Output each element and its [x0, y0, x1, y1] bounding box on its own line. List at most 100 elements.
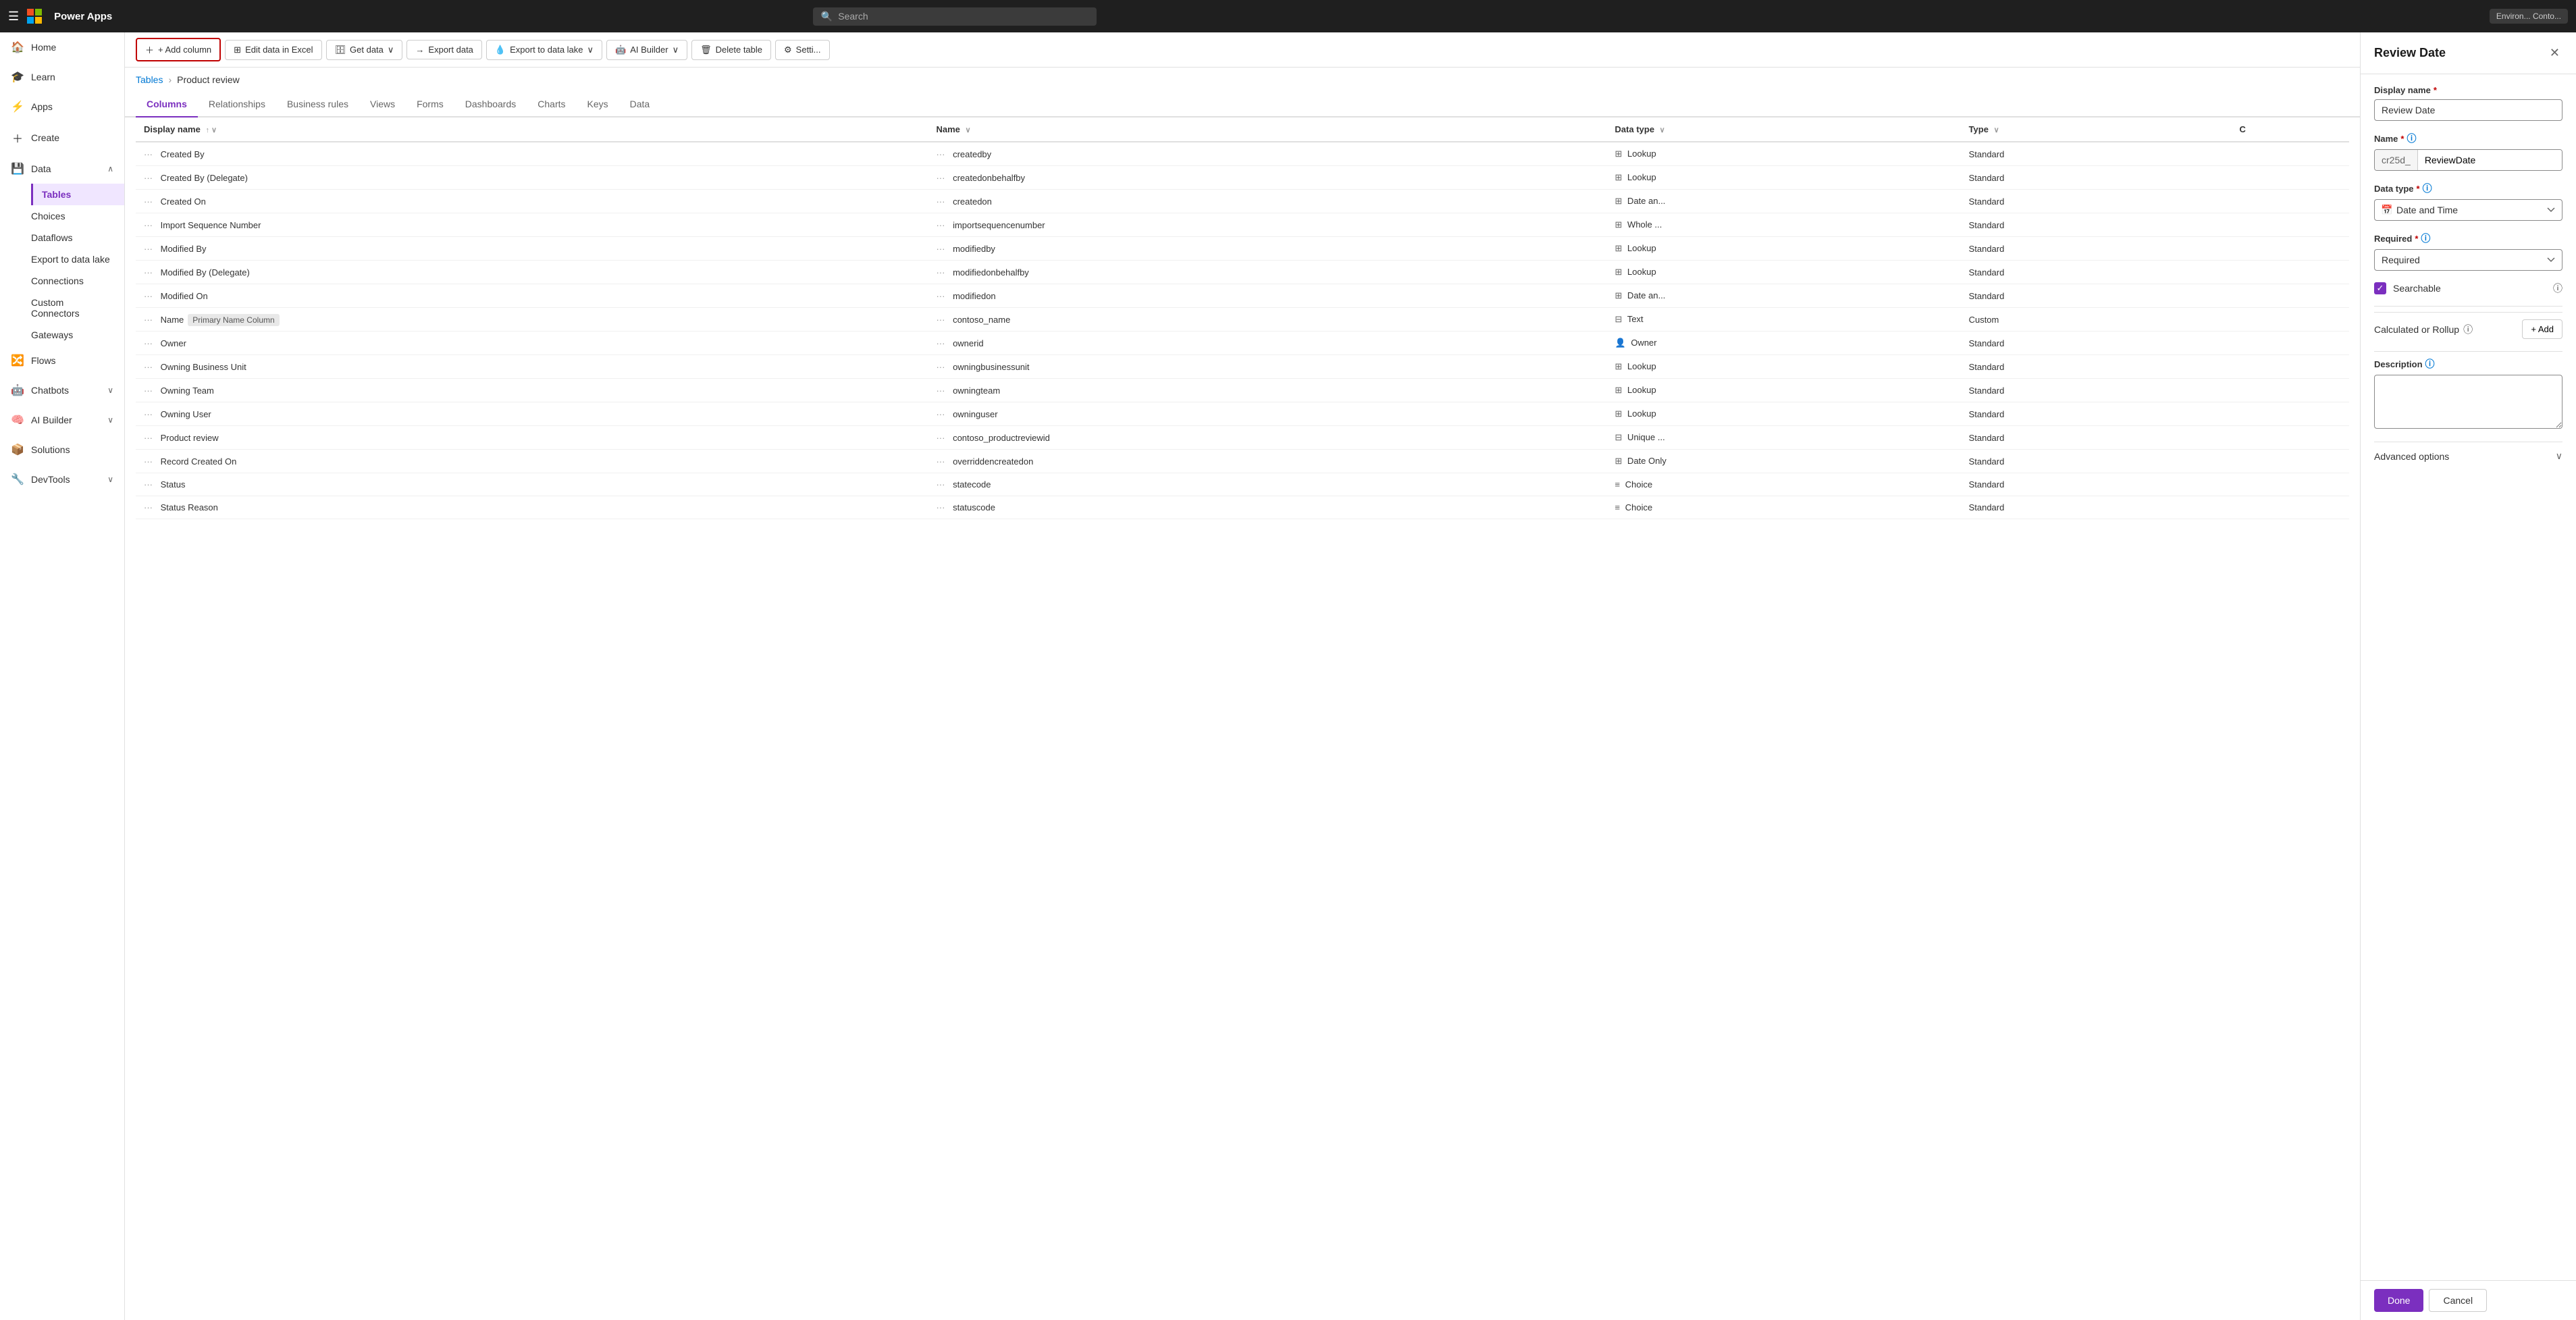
- dots-menu[interactable]: ···: [144, 173, 153, 183]
- dots-menu[interactable]: ···: [144, 433, 153, 443]
- dots-menu[interactable]: ···: [936, 386, 945, 396]
- th-data-type[interactable]: Data type ∨: [1607, 117, 1961, 142]
- dots-menu[interactable]: ···: [936, 362, 945, 372]
- tab-relationships[interactable]: Relationships: [198, 92, 276, 117]
- cell-data-type: ⊞ Lookup: [1607, 237, 1961, 261]
- th-type[interactable]: Type ∨: [1961, 117, 2232, 142]
- sidebar-item-gateways[interactable]: Gateways: [31, 324, 124, 346]
- table-row: ··· Created By ··· createdby ⊞ Lookup St…: [136, 142, 2349, 166]
- data-type-select[interactable]: Date and Time Date Only Text Lookup Whol…: [2374, 199, 2562, 221]
- dots-menu[interactable]: ···: [936, 196, 945, 207]
- dots-menu[interactable]: ···: [936, 409, 945, 419]
- th-name[interactable]: Name ∨: [928, 117, 1606, 142]
- dots-menu[interactable]: ···: [936, 502, 945, 512]
- description-info-icon[interactable]: ⓘ: [2425, 357, 2435, 371]
- required-info-icon[interactable]: ⓘ: [2421, 232, 2430, 245]
- dots-menu[interactable]: ···: [936, 315, 945, 325]
- tab-columns[interactable]: Columns: [136, 92, 198, 117]
- done-button[interactable]: Done: [2374, 1289, 2423, 1312]
- dots-menu[interactable]: ···: [144, 244, 153, 254]
- dots-menu[interactable]: ···: [936, 220, 945, 230]
- dots-menu[interactable]: ···: [144, 456, 153, 467]
- tab-keys[interactable]: Keys: [577, 92, 619, 117]
- dots-menu[interactable]: ···: [144, 196, 153, 207]
- delete-table-button[interactable]: 🗑 Delete table: [691, 40, 771, 60]
- add-column-button[interactable]: ＋ + Add column: [136, 38, 221, 61]
- sidebar-item-devtools[interactable]: 🔧 DevTools ∨: [0, 465, 124, 494]
- dots-menu[interactable]: ···: [144, 315, 153, 325]
- export-data-button[interactable]: → Export data: [406, 40, 482, 59]
- edit-data-excel-button[interactable]: ⊞ Edit data in Excel: [225, 40, 321, 60]
- dots-menu[interactable]: ···: [936, 244, 945, 254]
- dots-menu[interactable]: ···: [144, 220, 153, 230]
- tab-business-rules[interactable]: Business rules: [276, 92, 359, 117]
- cell-data-type: ⊟ Unique ...: [1607, 426, 1961, 450]
- tab-views[interactable]: Views: [359, 92, 406, 117]
- sidebar-item-apps[interactable]: ⚡ Apps: [0, 92, 124, 122]
- display-name-input[interactable]: [2374, 99, 2562, 121]
- dots-menu[interactable]: ···: [144, 291, 153, 301]
- th-display-name[interactable]: Display name ↑ ∨: [136, 117, 928, 142]
- searchable-group: ✓ Searchable ⓘ: [2374, 282, 2562, 295]
- sidebar-item-learn[interactable]: 🎓 Learn: [0, 62, 124, 92]
- required-select[interactable]: Required Optional: [2374, 249, 2562, 271]
- sidebar-item-flows[interactable]: 🔀 Flows: [0, 346, 124, 375]
- cell-c: [2232, 355, 2349, 379]
- dots-menu[interactable]: ···: [144, 267, 153, 278]
- tab-charts[interactable]: Charts: [527, 92, 576, 117]
- ai-builder-button[interactable]: 🤖 AI Builder ∨: [606, 40, 687, 60]
- dots-menu[interactable]: ···: [936, 338, 945, 348]
- sidebar-item-tables[interactable]: Tables: [31, 184, 124, 205]
- dots-menu[interactable]: ···: [936, 479, 945, 490]
- dots-menu[interactable]: ···: [144, 386, 153, 396]
- display-name-group: Display name *: [2374, 85, 2562, 121]
- settings-button[interactable]: ⚙ Setti...: [775, 40, 830, 60]
- data-type-info-icon[interactable]: ⓘ: [2423, 182, 2432, 195]
- calc-info-icon[interactable]: ⓘ: [2463, 323, 2473, 336]
- tab-forms[interactable]: Forms: [406, 92, 454, 117]
- advanced-options-row[interactable]: Advanced options ∨: [2374, 442, 2562, 470]
- cancel-button[interactable]: Cancel: [2429, 1289, 2487, 1312]
- dots-menu[interactable]: ···: [144, 409, 153, 419]
- sidebar-item-solutions[interactable]: 📦 Solutions: [0, 435, 124, 465]
- sidebar-item-export-data-lake[interactable]: Export to data lake: [31, 248, 124, 270]
- dots-menu[interactable]: ···: [936, 433, 945, 443]
- searchable-checkbox[interactable]: ✓: [2374, 282, 2386, 294]
- dots-menu[interactable]: ···: [936, 291, 945, 301]
- dots-menu[interactable]: ···: [144, 338, 153, 348]
- chevron-down-icon: ∨: [107, 386, 113, 395]
- dots-menu[interactable]: ···: [144, 362, 153, 372]
- add-calc-button[interactable]: + Add: [2522, 319, 2562, 339]
- sidebar-item-ai-builder[interactable]: 🧠 AI Builder ∨: [0, 405, 124, 435]
- dots-menu[interactable]: ···: [144, 502, 153, 512]
- export-to-data-lake-button[interactable]: 💧 Export to data lake ∨: [486, 40, 602, 60]
- dots-menu[interactable]: ···: [144, 149, 153, 159]
- sidebar-item-chatbots[interactable]: 🤖 Chatbots ∨: [0, 375, 124, 405]
- breadcrumb-parent[interactable]: Tables: [136, 74, 163, 85]
- table-row: ··· Owning Business Unit ··· owningbusin…: [136, 355, 2349, 379]
- searchable-info-icon[interactable]: ⓘ: [2553, 282, 2562, 295]
- hamburger-icon[interactable]: ☰: [8, 9, 19, 24]
- tab-data[interactable]: Data: [619, 92, 661, 117]
- sidebar-item-connections[interactable]: Connections: [31, 270, 124, 292]
- search-input[interactable]: [838, 11, 1088, 22]
- get-data-button[interactable]: 🗄 Get data ∨: [326, 40, 403, 60]
- dots-menu[interactable]: ···: [936, 267, 945, 278]
- dots-menu[interactable]: ···: [144, 479, 153, 490]
- sidebar-item-data[interactable]: 💾 Data ∧: [0, 154, 124, 184]
- description-textarea[interactable]: [2374, 375, 2562, 429]
- tab-dashboards[interactable]: Dashboards: [454, 92, 527, 117]
- sidebar-item-create[interactable]: ＋ Create: [0, 122, 124, 154]
- sidebar-item-custom-connectors[interactable]: Custom Connectors: [31, 292, 124, 324]
- cell-data-type: ⊞ Lookup: [1607, 166, 1961, 190]
- sidebar-item-home[interactable]: 🏠 Home: [0, 32, 124, 62]
- close-panel-button[interactable]: ✕: [2547, 43, 2562, 63]
- dots-menu[interactable]: ···: [936, 456, 945, 467]
- name-input[interactable]: [2418, 150, 2562, 170]
- sidebar-item-dataflows[interactable]: Dataflows: [31, 227, 124, 248]
- sidebar-item-label: AI Builder: [31, 415, 72, 425]
- dots-menu[interactable]: ···: [936, 173, 945, 183]
- dots-menu[interactable]: ···: [936, 149, 945, 159]
- name-info-icon[interactable]: ⓘ: [2407, 132, 2416, 145]
- sidebar-item-choices[interactable]: Choices: [31, 205, 124, 227]
